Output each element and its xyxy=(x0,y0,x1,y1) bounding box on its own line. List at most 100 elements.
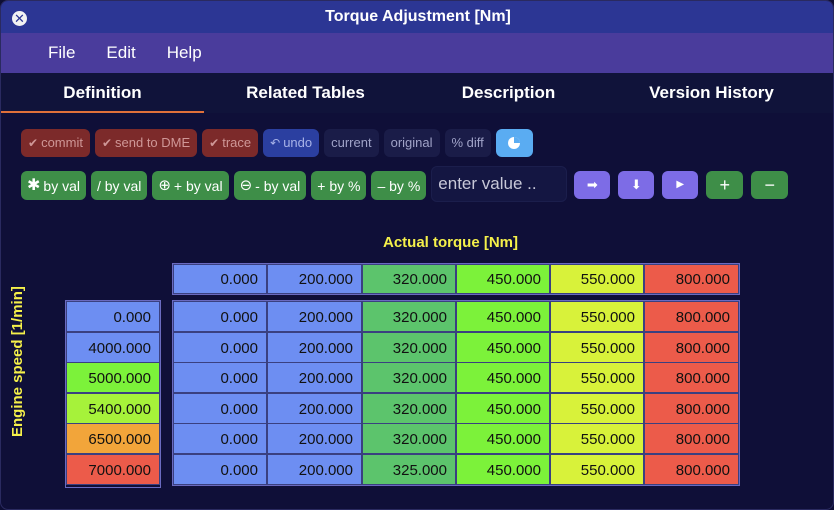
check-icon: ✔ xyxy=(28,136,39,150)
table-cell[interactable]: 800.000 xyxy=(644,393,739,424)
tab-description[interactable]: Description xyxy=(407,73,610,113)
table-cell[interactable]: 200.000 xyxy=(267,454,362,485)
close-icon[interactable]: ✕ xyxy=(12,11,27,26)
table-cell[interactable]: 0.000 xyxy=(173,301,267,332)
check-icon: ✔ xyxy=(209,136,220,150)
table-cell[interactable]: 200.000 xyxy=(267,301,362,332)
row-header-cell[interactable]: 0.000 xyxy=(66,301,160,332)
undo-label: undo xyxy=(283,135,313,150)
column-header-cell[interactable]: 550.000 xyxy=(550,264,644,294)
minus-circle-icon: ⊖ xyxy=(239,176,253,194)
table-cell[interactable]: 550.000 xyxy=(550,332,644,363)
decrement-button[interactable]: − xyxy=(751,171,789,199)
table-cell[interactable]: 0.000 xyxy=(173,362,267,393)
interpolate-button[interactable]: ▶ xyxy=(662,171,699,199)
table-cell[interactable]: 450.000 xyxy=(456,301,550,332)
table-cell[interactable]: 0.000 xyxy=(173,423,267,454)
add-value-label: + by val xyxy=(173,177,223,194)
column-header-cell[interactable]: 0.000 xyxy=(173,264,267,294)
plus-circle-icon: ⊕ xyxy=(158,176,171,194)
send-label: send to DME xyxy=(115,135,191,150)
table-cell[interactable]: 320.000 xyxy=(362,362,456,393)
tab-version-history[interactable]: Version History xyxy=(610,73,813,113)
value-input[interactable] xyxy=(431,166,568,202)
fill-right-button[interactable]: ➡ xyxy=(574,171,611,199)
table-cell[interactable]: 550.000 xyxy=(550,423,644,454)
asterisk-icon: ✱ xyxy=(27,176,41,194)
table-cell[interactable]: 0.000 xyxy=(173,454,267,485)
undo-button[interactable]: ↶ undo xyxy=(263,129,320,157)
table-cell[interactable]: 0.000 xyxy=(173,393,267,424)
current-button[interactable]: current xyxy=(324,129,379,157)
minus-icon: − xyxy=(764,175,776,195)
divide-by-value-button[interactable]: / by val xyxy=(90,171,148,200)
original-button[interactable]: original xyxy=(383,129,440,157)
table-cell[interactable]: 450.000 xyxy=(456,362,550,393)
menu-help[interactable]: Help xyxy=(167,43,202,63)
table-cell[interactable]: 320.000 xyxy=(362,423,456,454)
subtract-value-label: - by val xyxy=(255,177,301,194)
row-header-cell[interactable]: 4000.000 xyxy=(66,332,160,363)
trace-button[interactable]: ✔ trace xyxy=(202,129,259,157)
table-cell[interactable]: 550.000 xyxy=(550,301,644,332)
app-window: ✕ Torque Adjustment [Nm] File Edit Help … xyxy=(0,0,834,510)
column-header-cell[interactable]: 800.000 xyxy=(644,264,739,294)
row-header-cell[interactable]: 7000.000 xyxy=(66,454,160,485)
commit-label: commit xyxy=(41,135,83,150)
undo-icon: ↶ xyxy=(270,136,281,150)
pie-chart-button[interactable] xyxy=(495,129,533,157)
chevron-right-icon: ▶ xyxy=(676,179,685,190)
column-header-cell[interactable]: 200.000 xyxy=(267,264,362,294)
table-cell[interactable]: 450.000 xyxy=(456,454,550,485)
table-cell[interactable]: 320.000 xyxy=(362,301,456,332)
fill-down-button[interactable]: ⬇ xyxy=(618,171,655,199)
table-cell[interactable]: 800.000 xyxy=(644,454,739,485)
table-cell[interactable]: 320.000 xyxy=(362,332,456,363)
table-cell[interactable]: 450.000 xyxy=(456,332,550,363)
table-cell[interactable]: 550.000 xyxy=(550,362,644,393)
commit-button[interactable]: ✔ commit xyxy=(21,129,90,157)
subtract-by-value-button[interactable]: ⊖ - by val xyxy=(233,171,307,200)
toolbar-row-2: ✱ by val / by val ⊕ + by val ⊖ - by val + b… xyxy=(21,166,796,202)
table-cell[interactable]: 200.000 xyxy=(267,423,362,454)
table-cell[interactable]: 450.000 xyxy=(456,393,550,424)
table-cell[interactable]: 200.000 xyxy=(267,393,362,424)
tab-related-tables[interactable]: Related Tables xyxy=(204,73,407,113)
trace-label: trace xyxy=(222,135,252,150)
multiply-label: by val xyxy=(43,177,80,194)
table-cell[interactable]: 550.000 xyxy=(550,454,644,485)
add-by-percent-button[interactable]: + by % xyxy=(311,171,367,200)
menu-file[interactable]: File xyxy=(48,43,75,63)
column-header-cell[interactable]: 320.000 xyxy=(362,264,456,294)
table-cell[interactable]: 450.000 xyxy=(456,423,550,454)
multiply-by-value-button[interactable]: ✱ by val xyxy=(21,171,86,200)
tab-bar: Definition Related Tables Description Ve… xyxy=(1,73,833,113)
row-header-cell[interactable]: 5000.000 xyxy=(66,362,160,393)
table-cell[interactable]: 800.000 xyxy=(644,332,739,363)
table-cell[interactable]: 0.000 xyxy=(173,332,267,363)
check-icon: ✔ xyxy=(101,136,113,150)
window-title: Torque Adjustment [Nm] xyxy=(325,8,511,25)
row-header-cell[interactable]: 6500.000 xyxy=(66,423,160,454)
table-cell[interactable]: 200.000 xyxy=(267,332,362,363)
table-cell[interactable]: 325.000 xyxy=(362,454,456,485)
send-to-dme-button[interactable]: ✔ send to DME xyxy=(94,129,198,157)
table-cell[interactable]: 800.000 xyxy=(644,423,739,454)
table-cell[interactable]: 550.000 xyxy=(550,393,644,424)
add-by-value-button[interactable]: ⊕ + by val xyxy=(152,171,229,200)
toolbar-row-1: ✔ commit ✔ send to DME ✔ trace ↶ undo curren… xyxy=(21,129,538,157)
menu-edit[interactable]: Edit xyxy=(106,43,135,63)
table-cell[interactable]: 320.000 xyxy=(362,393,456,424)
table-cell[interactable]: 800.000 xyxy=(644,301,739,332)
subtract-by-percent-button[interactable]: – by % xyxy=(371,171,427,200)
tab-definition[interactable]: Definition xyxy=(1,73,204,113)
table-cell[interactable]: 800.000 xyxy=(644,362,739,393)
table-cell[interactable]: 200.000 xyxy=(267,362,362,393)
row-header-cell[interactable]: 5400.000 xyxy=(66,393,160,424)
increment-button[interactable]: + xyxy=(706,171,744,199)
pie-chart-icon xyxy=(508,137,521,149)
pct-diff-button[interactable]: % diff xyxy=(444,129,491,157)
plus-icon: + xyxy=(719,175,731,195)
y-axis-label: Engine speed [1/min] xyxy=(9,286,26,437)
column-header-cell[interactable]: 450.000 xyxy=(456,264,550,294)
